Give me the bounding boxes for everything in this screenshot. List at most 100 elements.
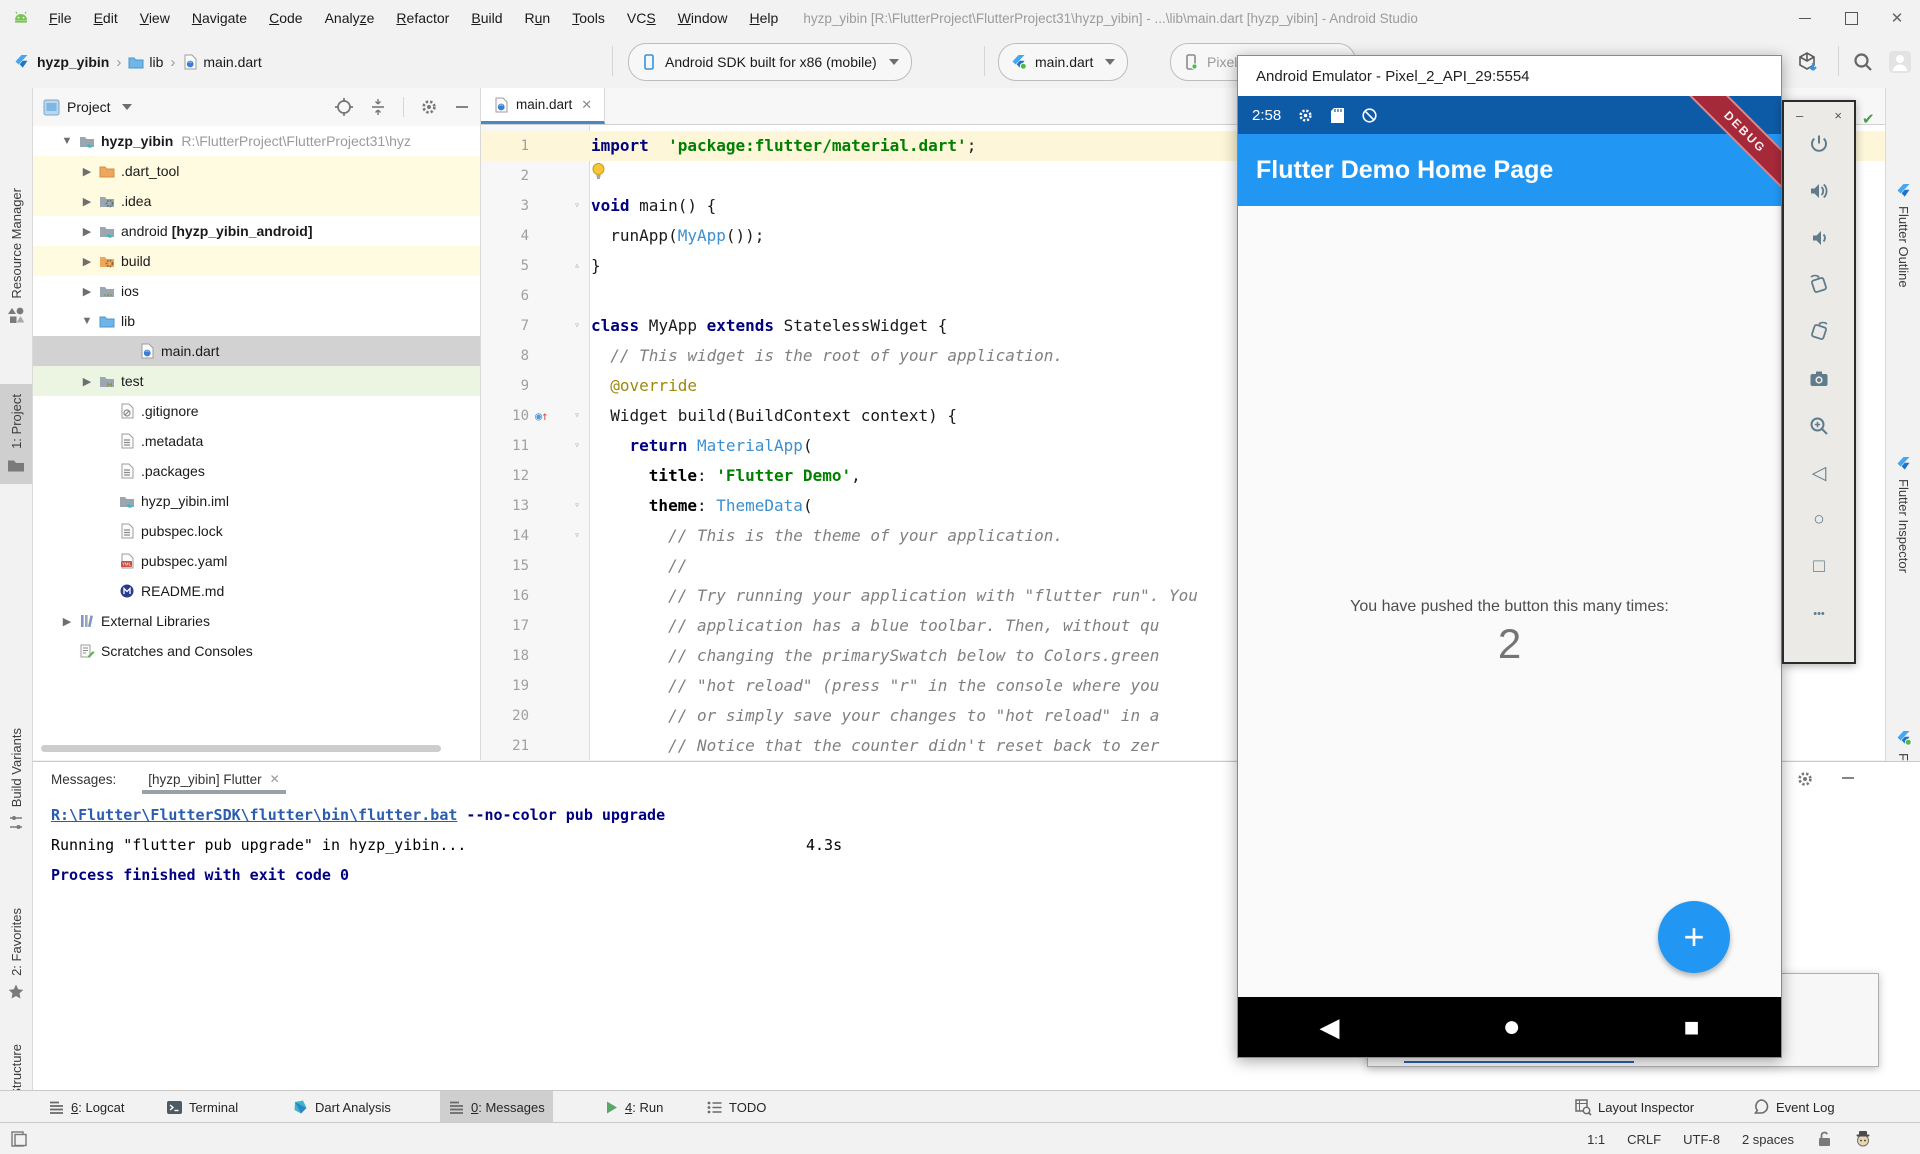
- more-icon[interactable]: •••: [1808, 603, 1830, 625]
- collapse-all-icon[interactable]: [369, 98, 387, 116]
- close-button[interactable]: ✕: [1874, 0, 1920, 36]
- menu-edit[interactable]: Edit: [83, 10, 129, 26]
- fold-marker[interactable]: ▵: [569, 251, 585, 281]
- menu-code[interactable]: Code: [258, 10, 313, 26]
- hide-panel-icon[interactable]: [1840, 770, 1856, 788]
- back-button[interactable]: ◀: [1320, 1012, 1340, 1043]
- tree-row-hyzp-yibin[interactable]: ▼hyzp_yibinR:\FlutterProject\FlutterProj…: [33, 126, 480, 156]
- sdk-manager-icon[interactable]: [1796, 50, 1820, 74]
- tree-row-build[interactable]: ▶build: [33, 246, 480, 276]
- fold-marker[interactable]: ▿: [569, 521, 585, 551]
- unlock-icon[interactable]: [1816, 1130, 1832, 1148]
- toolwindow-button-layout-inspector[interactable]: Layout Inspector: [1566, 1091, 1702, 1123]
- tree-expand-icon[interactable]: ▶: [77, 165, 97, 178]
- zoom-icon[interactable]: [1808, 415, 1830, 437]
- tree-row-pubspec-lock[interactable]: pubspec.lock: [33, 516, 480, 546]
- tree-expand-icon[interactable]: ▶: [77, 255, 97, 268]
- tree-row--packages[interactable]: .packages: [33, 456, 480, 486]
- home-icon[interactable]: ○: [1808, 509, 1830, 531]
- tree-expand-icon[interactable]: ▶: [77, 195, 97, 208]
- menu-window[interactable]: Window: [667, 10, 739, 26]
- tree-expand-icon[interactable]: ▼: [57, 135, 77, 147]
- menu-navigate[interactable]: Navigate: [181, 10, 258, 26]
- power-icon[interactable]: [1808, 133, 1830, 155]
- tree-expand-icon[interactable]: ▼: [77, 315, 97, 327]
- tree-row-ios[interactable]: ▶ios: [33, 276, 480, 306]
- status-crlf[interactable]: CRLF: [1627, 1132, 1661, 1147]
- fold-marker[interactable]: ▿: [569, 191, 585, 221]
- tree-expand-icon[interactable]: ▶: [77, 285, 97, 298]
- fold-marker[interactable]: ▿: [569, 401, 585, 431]
- tree-row-readme-md[interactable]: README.md: [33, 576, 480, 606]
- volume-down-icon[interactable]: [1808, 227, 1830, 249]
- breadcrumb-file[interactable]: main.dart: [203, 54, 261, 70]
- minimize-button[interactable]: –: [1796, 108, 1803, 123]
- console-link[interactable]: R:\Flutter\FlutterSDK\flutter\bin\flutte…: [51, 806, 457, 824]
- tool-window-switcher-icon[interactable]: [10, 1130, 28, 1148]
- breadcrumb-lib[interactable]: lib: [149, 54, 163, 70]
- fold-marker[interactable]: ▿: [569, 311, 585, 341]
- toolwindow-button-0-messages[interactable]: 0: Messages: [440, 1091, 553, 1123]
- overview-icon[interactable]: □: [1808, 556, 1830, 578]
- maximize-button[interactable]: [1828, 0, 1874, 36]
- run-config-dropdown[interactable]: main.dart: [998, 43, 1128, 81]
- device-selector-dropdown[interactable]: Android SDK built for x86 (mobile): [628, 43, 912, 81]
- stripe-build-variants[interactable]: Build Variants: [0, 728, 32, 832]
- tree-row-hyzp-yibin-iml[interactable]: hyzp_yibin.iml: [33, 486, 480, 516]
- tree-row-external-libraries[interactable]: ▶External Libraries: [33, 606, 480, 636]
- toolwindow-button-event-log[interactable]: Event Log: [1744, 1091, 1843, 1123]
- stripe-resource-manager[interactable]: Resource Manager: [0, 188, 32, 324]
- status-2-spaces[interactable]: 2 spaces: [1742, 1132, 1794, 1147]
- hide-panel-icon[interactable]: [454, 99, 470, 115]
- settings-gear-icon[interactable]: [1796, 770, 1814, 788]
- project-panel-title[interactable]: Project: [67, 99, 111, 115]
- home-button[interactable]: ●: [1503, 1010, 1521, 1044]
- fold-marker[interactable]: ▿: [569, 431, 585, 461]
- tree-row-lib[interactable]: ▼lib: [33, 306, 480, 336]
- messages-tab-flutter[interactable]: [hyzp_yibin] Flutter ✕: [142, 772, 285, 787]
- toolwindow-button-4-run[interactable]: 4: Run: [596, 1091, 671, 1123]
- volume-up-icon[interactable]: [1808, 180, 1830, 202]
- stripe-2-favorites[interactable]: 2: Favorites: [0, 908, 32, 1001]
- menu-build[interactable]: Build: [460, 10, 513, 26]
- tree-row-pubspec-yaml[interactable]: YMLpubspec.yaml: [33, 546, 480, 576]
- close-button[interactable]: ×: [1834, 108, 1842, 123]
- tree-row-android[interactable]: ▶android [hyzp_yibin_android]: [33, 216, 480, 246]
- status-utf-8[interactable]: UTF-8: [1683, 1132, 1720, 1147]
- menu-help[interactable]: Help: [739, 10, 790, 26]
- settings-gear-icon[interactable]: [420, 98, 438, 116]
- toolwindow-button-terminal[interactable]: Terminal: [158, 1091, 246, 1123]
- tree-row--idea[interactable]: ▶.idea: [33, 186, 480, 216]
- menu-view[interactable]: View: [129, 10, 181, 26]
- toolwindow-button-todo[interactable]: TODO: [698, 1091, 774, 1123]
- search-everywhere-icon[interactable]: [1852, 51, 1874, 73]
- screenshot-camera-icon[interactable]: [1808, 368, 1830, 390]
- close-tab-icon[interactable]: ✕: [270, 772, 280, 786]
- menu-file[interactable]: File: [38, 10, 83, 26]
- locate-file-icon[interactable]: [335, 98, 353, 116]
- stripe-flutter-outline[interactable]: Flutter Outline: [1886, 183, 1920, 288]
- toolwindow-button-dart-analysis[interactable]: Dart Analysis: [284, 1091, 399, 1123]
- menu-vcs[interactable]: VCS: [616, 10, 667, 26]
- tree-row--gitignore[interactable]: .gitignore: [33, 396, 480, 426]
- intention-bulb-icon[interactable]: [591, 161, 606, 191]
- tree-row-scratches-and-consoles[interactable]: Scratches and Consoles: [33, 636, 480, 666]
- stripe-1-project[interactable]: 1: Project: [0, 384, 32, 484]
- back-icon[interactable]: ◁: [1808, 462, 1830, 484]
- toolwindow-button-6-logcat[interactable]: 6: Logcat: [40, 1091, 133, 1123]
- avatar[interactable]: [1888, 50, 1912, 74]
- rotate-left-icon[interactable]: [1808, 274, 1830, 296]
- tree-expand-icon[interactable]: ▶: [57, 615, 77, 628]
- menu-analyze[interactable]: Analyze: [314, 10, 386, 26]
- tree-row-main-dart[interactable]: main.dart: [33, 336, 480, 366]
- fold-marker[interactable]: ▿: [569, 491, 585, 521]
- gutter-marker[interactable]: ◉↑: [535, 401, 569, 431]
- minimize-button[interactable]: [1782, 0, 1828, 36]
- tree-expand-icon[interactable]: ▶: [77, 375, 97, 388]
- menu-refactor[interactable]: Refactor: [385, 10, 460, 26]
- menu-tools[interactable]: Tools: [561, 10, 616, 26]
- tree-row-test[interactable]: ▶test: [33, 366, 480, 396]
- hector-icon[interactable]: [1854, 1130, 1872, 1148]
- close-tab-icon[interactable]: ✕: [581, 97, 592, 113]
- overview-button[interactable]: ■: [1684, 1012, 1700, 1043]
